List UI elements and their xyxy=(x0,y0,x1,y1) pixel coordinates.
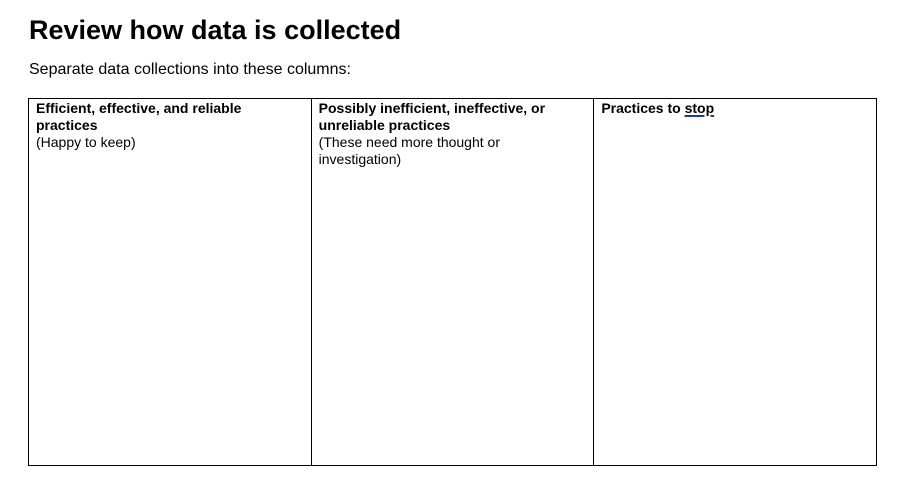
intro-text: Separate data collections into these col… xyxy=(29,61,351,78)
column-keep-note: (Happy to keep) xyxy=(36,134,136,150)
collection-columns-table: Efficient, effective, and reliable pract… xyxy=(28,98,877,466)
column-review-note: (These need more thought or investigatio… xyxy=(318,134,500,167)
column-stop-heading-prefix: Practices to xyxy=(601,100,685,116)
column-keep[interactable]: Efficient, effective, and reliable pract… xyxy=(28,98,312,466)
column-review-heading: Possibly inefficient, ineffective, or un… xyxy=(318,100,546,133)
column-keep-heading: Efficient, effective, and reliable pract… xyxy=(36,100,242,133)
column-stop[interactable]: Practices to stop xyxy=(593,98,877,466)
column-stop-heading-emphasis: stop xyxy=(684,100,715,116)
page-title: Review how data is collected xyxy=(29,15,402,45)
column-stop-heading: Practices to stop xyxy=(601,100,869,117)
column-review[interactable]: Possibly inefficient, ineffective, or un… xyxy=(310,98,595,466)
table-row: Efficient, effective, and reliable pract… xyxy=(28,98,877,466)
